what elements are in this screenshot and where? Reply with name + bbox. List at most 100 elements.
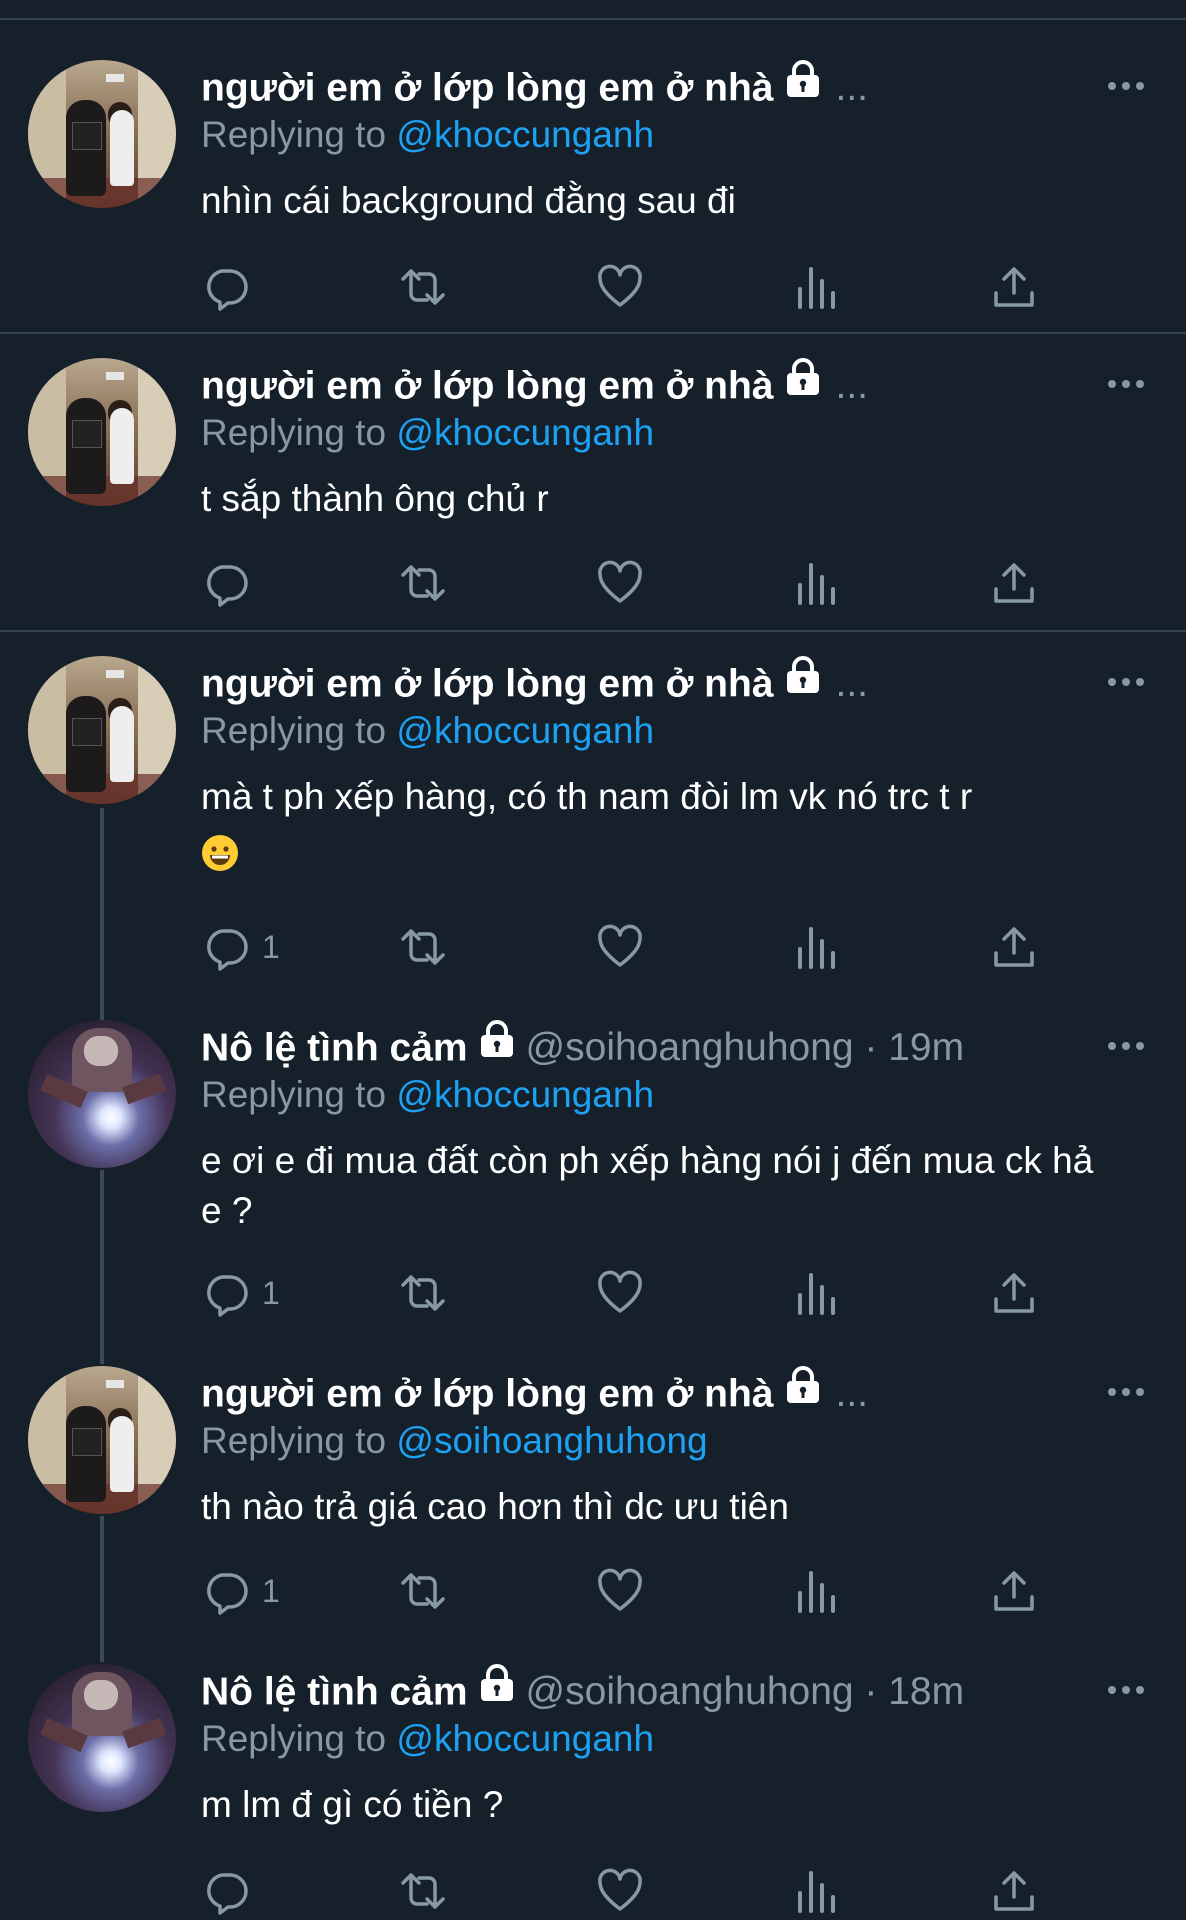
more-icon[interactable] xyxy=(1108,80,1144,92)
mention-link[interactable]: @khoccunganh xyxy=(396,114,654,155)
reply-button[interactable] xyxy=(202,1866,262,1916)
share-upload-icon xyxy=(990,559,1038,607)
truncation-ellipsis: ... xyxy=(835,364,869,408)
share-button[interactable] xyxy=(990,1268,1038,1318)
share-button[interactable] xyxy=(990,262,1038,312)
analytics-bars-icon xyxy=(795,559,839,607)
reply-prefix: Replying to xyxy=(201,412,387,453)
retweet-button[interactable] xyxy=(397,262,449,312)
action-bar xyxy=(0,1866,1186,1916)
reply-prefix: Replying to xyxy=(201,1420,387,1461)
action-bar xyxy=(0,262,1186,312)
mention-link[interactable]: @soihoanghuhong xyxy=(396,1420,707,1461)
display-name[interactable]: người em ở lớp lòng em ở nhà xyxy=(201,1372,774,1415)
retweet-icon xyxy=(397,1269,449,1317)
more-icon[interactable] xyxy=(1108,676,1144,688)
display-name[interactable]: người em ở lớp lòng em ở nhà xyxy=(201,364,774,407)
lock-icon xyxy=(784,1365,822,1417)
replying-to: Replying to @khoccunganh xyxy=(201,112,654,158)
mention-link[interactable]: @khoccunganh xyxy=(396,1718,654,1759)
replying-to: Replying to @khoccunganh xyxy=(201,1072,654,1118)
retweet-button[interactable] xyxy=(397,558,449,608)
share-button[interactable] xyxy=(990,922,1038,972)
analytics-bars-icon xyxy=(795,1567,839,1615)
reply-prefix: Replying to xyxy=(201,1718,387,1759)
reply-button[interactable] xyxy=(202,558,262,608)
mention-link[interactable]: @khoccunganh xyxy=(396,412,654,453)
heart-icon xyxy=(596,263,644,311)
views-button[interactable] xyxy=(795,262,839,312)
share-button[interactable] xyxy=(990,558,1038,608)
share-button[interactable] xyxy=(990,1866,1038,1916)
avatar[interactable] xyxy=(28,1664,176,1812)
tweet-text-content: nhìn cái background đằng sau đi xyxy=(201,180,736,221)
tweet-text: e ơi e đi mua đất còn ph xếp hàng nói j … xyxy=(201,1136,1121,1236)
views-button[interactable] xyxy=(795,1866,839,1916)
retweet-button[interactable] xyxy=(397,1866,449,1916)
display-name[interactable]: Nô lệ tình cảm xyxy=(201,1670,468,1713)
views-button[interactable] xyxy=(795,922,839,972)
like-button[interactable] xyxy=(596,1566,644,1616)
avatar[interactable] xyxy=(28,60,176,208)
heart-icon xyxy=(596,923,644,971)
retweet-icon xyxy=(397,263,449,311)
mention-link[interactable]: @khoccunganh xyxy=(396,1074,654,1115)
like-button[interactable] xyxy=(596,922,644,972)
reply-prefix: Replying to xyxy=(201,710,387,751)
reply-button[interactable]: 1 xyxy=(202,1268,280,1318)
more-icon[interactable] xyxy=(1108,1386,1144,1398)
more-icon[interactable] xyxy=(1108,1684,1144,1696)
display-name[interactable]: người em ở lớp lòng em ở nhà xyxy=(201,662,774,705)
tweet-divider xyxy=(0,332,1186,334)
tweet-text: mà t ph xếp hàng, có th nam đòi lm vk nó… xyxy=(201,772,1121,872)
views-button[interactable] xyxy=(795,1566,839,1616)
more-icon[interactable] xyxy=(1108,378,1144,390)
replying-to: Replying to @khoccunganh xyxy=(201,410,654,456)
reply-button[interactable]: 1 xyxy=(202,922,280,972)
retweet-button[interactable] xyxy=(397,1268,449,1318)
avatar[interactable] xyxy=(28,1020,176,1168)
lock-icon xyxy=(784,59,822,111)
action-bar: 1 xyxy=(0,1566,1186,1616)
mention-link[interactable]: @khoccunganh xyxy=(396,710,654,751)
like-button[interactable] xyxy=(596,262,644,312)
more-icon[interactable] xyxy=(1108,1040,1144,1052)
like-button[interactable] xyxy=(596,1866,644,1916)
retweet-button[interactable] xyxy=(397,1566,449,1616)
avatar[interactable] xyxy=(28,1366,176,1514)
handle-timestamp[interactable]: @soihoanghuhong · 18m xyxy=(526,1670,965,1713)
reply-button[interactable]: 1 xyxy=(202,1566,280,1616)
like-button[interactable] xyxy=(596,1268,644,1318)
share-upload-icon xyxy=(990,923,1038,971)
tweet-text: m lm đ gì có tiền ? xyxy=(201,1780,1121,1830)
handle-timestamp[interactable]: @soihoanghuhong · 19m xyxy=(526,1026,965,1069)
analytics-bars-icon xyxy=(795,263,839,311)
heart-icon xyxy=(596,1867,644,1915)
avatar[interactable] xyxy=(28,358,176,506)
tweet-text-content: e ơi e đi mua đất còn ph xếp hàng nói j … xyxy=(201,1140,1094,1231)
views-button[interactable] xyxy=(795,558,839,608)
tweet-text: th nào trả giá cao hơn thì dc ưu tiên xyxy=(201,1482,1121,1532)
truncation-ellipsis: ... xyxy=(835,662,869,706)
reply-prefix: Replying to xyxy=(201,114,387,155)
views-button[interactable] xyxy=(795,1268,839,1318)
analytics-bars-icon xyxy=(795,923,839,971)
reply-prefix: Replying to xyxy=(201,1074,387,1115)
retweet-icon xyxy=(397,559,449,607)
avatar[interactable] xyxy=(28,656,176,804)
thread-connector xyxy=(100,1170,104,1364)
display-name[interactable]: Nô lệ tình cảm xyxy=(201,1026,468,1069)
share-button[interactable] xyxy=(990,1566,1038,1616)
retweet-icon xyxy=(397,1567,449,1615)
like-button[interactable] xyxy=(596,558,644,608)
tweet-text-content: th nào trả giá cao hơn thì dc ưu tiên xyxy=(201,1486,789,1527)
reply-bubble-icon xyxy=(202,1269,250,1317)
retweet-button[interactable] xyxy=(397,922,449,972)
lock-icon xyxy=(478,1663,516,1715)
reply-button[interactable] xyxy=(202,262,262,312)
replying-to: Replying to @khoccunganh xyxy=(201,708,654,754)
display-name[interactable]: người em ở lớp lòng em ở nhà xyxy=(201,66,774,109)
thread-connector xyxy=(100,808,104,1020)
tweet-text-content: m lm đ gì có tiền ? xyxy=(201,1784,504,1825)
reply-count: 1 xyxy=(262,928,280,965)
